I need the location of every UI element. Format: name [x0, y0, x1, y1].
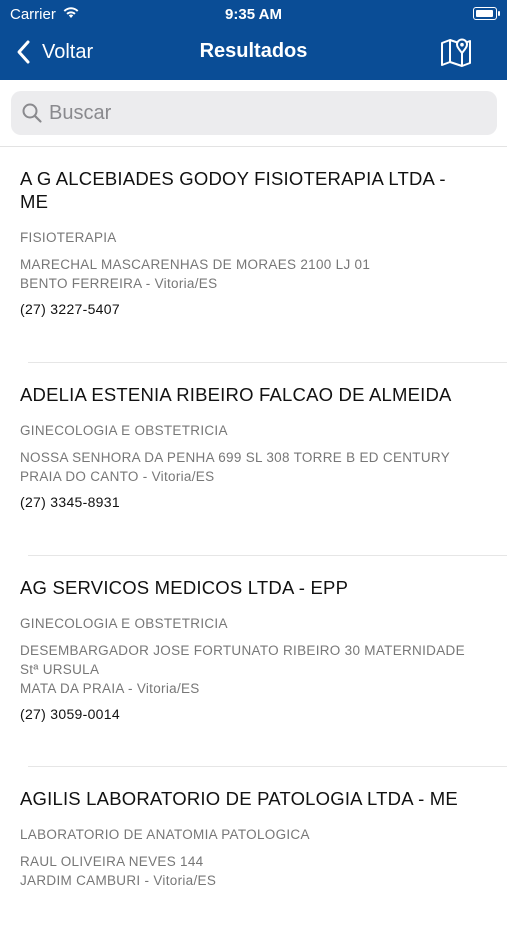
result-street: DESEMBARGADOR JOSE FORTUNATO RIBEIRO 30 …: [20, 643, 465, 677]
result-locality: JARDIM CAMBURI - Vitoria/ES: [20, 873, 217, 888]
result-street: NOSSA SENHORA DA PENHA 699 SL 308 TORRE …: [20, 450, 451, 465]
navigation-bar: Carrier 9:35 AM Voltar Resultados: [0, 0, 507, 80]
result-item[interactable]: ADELIA ESTENIA RIBEIRO FALCAO DE ALMEIDA…: [0, 363, 507, 556]
result-phone[interactable]: (27) 3059-0014: [20, 706, 487, 722]
page-title: Resultados: [199, 40, 308, 62]
result-locality: PRAIA DO CANTO - Vitoria/ES: [20, 469, 215, 484]
search-bar[interactable]: [11, 91, 497, 135]
result-item[interactable]: AG SERVICOS MEDICOS LTDA - EPP GINECOLOG…: [0, 556, 507, 767]
search-icon: [22, 103, 42, 123]
result-address: DESEMBARGADOR JOSE FORTUNATO RIBEIRO 30 …: [20, 641, 485, 698]
result-category: LABORATORIO DE ANATOMIA PATOLOGICA: [20, 827, 310, 842]
search-input[interactable]: [49, 91, 489, 135]
result-street: MARECHAL MASCARENHAS DE MORAES 2100 LJ 0…: [20, 257, 371, 272]
results-list: A G ALCEBIADES GODOY FISIOTERAPIA LTDA -…: [0, 147, 507, 937]
result-phone[interactable]: (27) 3345-8931: [20, 494, 487, 510]
battery-icon: [473, 7, 500, 20]
result-street: RAUL OLIVEIRA NEVES 144: [20, 854, 204, 869]
clock: 9:35 AM: [225, 6, 282, 23]
result-name: ADELIA ESTENIA RIBEIRO FALCAO DE ALMEIDA: [20, 384, 452, 405]
result-name: AGILIS LABORATORIO DE PATOLOGIA LTDA - M…: [20, 788, 458, 809]
status-bar: Carrier 9:35 AM: [0, 0, 507, 28]
nav-row: Voltar Resultados: [0, 32, 507, 72]
result-address: MARECHAL MASCARENHAS DE MORAES 2100 LJ 0…: [20, 255, 487, 293]
result-phone[interactable]: (27) 3227-5407: [20, 301, 487, 317]
result-name: A G ALCEBIADES GODOY FISIOTERAPIA LTDA -…: [20, 168, 446, 212]
result-name: AG SERVICOS MEDICOS LTDA - EPP: [20, 577, 349, 598]
result-locality: BENTO FERREIRA - Vitoria/ES: [20, 276, 218, 291]
map-icon[interactable]: [439, 36, 473, 68]
result-item[interactable]: AGILIS LABORATORIO DE PATOLOGIA LTDA - M…: [0, 767, 507, 937]
result-address: RAUL OLIVEIRA NEVES 144 JARDIM CAMBURI -…: [20, 852, 487, 890]
result-category: FISIOTERAPIA: [20, 230, 117, 245]
result-category: GINECOLOGIA E OBSTETRICIA: [20, 616, 228, 631]
result-category: GINECOLOGIA E OBSTETRICIA: [20, 423, 228, 438]
result-locality: MATA DA PRAIA - Vitoria/ES: [20, 681, 200, 696]
result-item[interactable]: A G ALCEBIADES GODOY FISIOTERAPIA LTDA -…: [0, 147, 507, 363]
result-address: NOSSA SENHORA DA PENHA 699 SL 308 TORRE …: [20, 448, 487, 486]
